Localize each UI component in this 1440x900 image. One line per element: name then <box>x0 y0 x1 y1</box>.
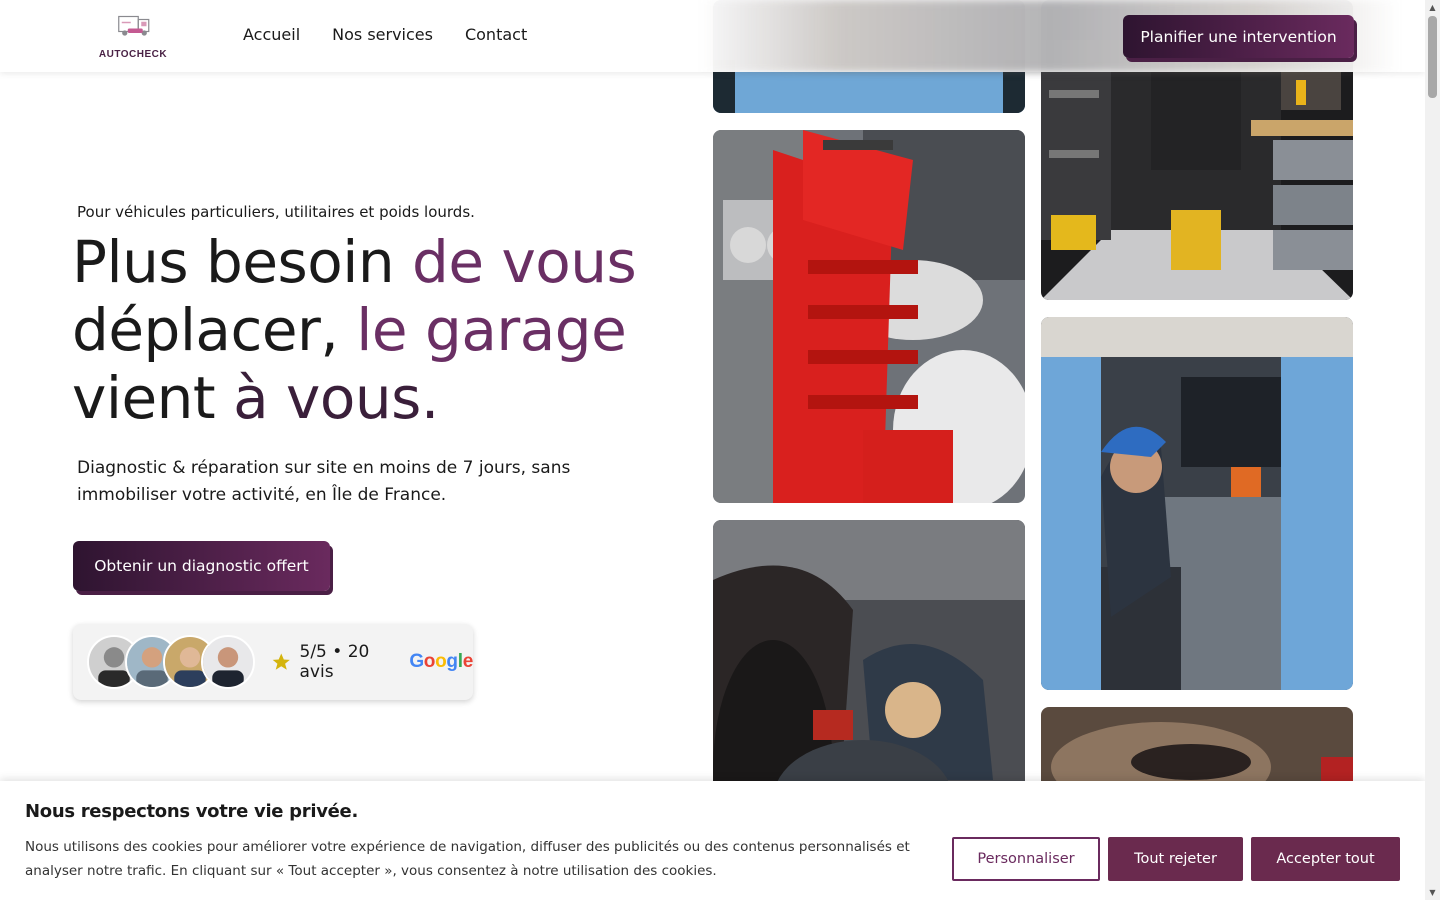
google-logo: Google <box>409 651 473 673</box>
cookie-text: Nous utilisons des cookies pour améliore… <box>25 839 910 879</box>
google-letter: g <box>446 651 458 672</box>
nav-contact[interactable]: Contact <box>465 25 527 44</box>
reviewer-avatars <box>87 635 255 689</box>
cookie-title: Nous respectons votre vie privée. <box>25 801 359 822</box>
headline-part-1b: de vous <box>412 228 637 296</box>
google-letter: o <box>435 651 447 672</box>
headline-part-2a: déplacer, <box>72 296 357 364</box>
tile-red-toolbox <box>713 130 1025 503</box>
star-icon <box>272 653 290 670</box>
main-nav: Accueil Nos services Contact <box>243 25 527 44</box>
scroll-thumb[interactable] <box>1428 16 1437 98</box>
site-header: AUTOCHECK Accueil Nos services Contact P… <box>0 0 1425 72</box>
google-letter: o <box>423 651 436 672</box>
headline-part-2b: le garage <box>356 296 627 364</box>
plan-intervention-button[interactable]: Planifier une intervention <box>1123 15 1354 58</box>
google-letter: e <box>462 651 474 672</box>
customize-cookies-button[interactable]: Personnaliser <box>952 837 1100 881</box>
google-letter: G <box>409 651 424 672</box>
accept-all-button[interactable]: Accepter tout <box>1251 837 1400 881</box>
scroll-down-arrow-icon[interactable]: ▼ <box>1425 885 1440 900</box>
reject-all-button[interactable]: Tout rejeter <box>1108 837 1243 881</box>
page-scrollbar[interactable]: ▲ ▼ <box>1425 0 1440 900</box>
headline-part-1a: Plus besoin <box>72 228 413 296</box>
avatar <box>201 635 255 689</box>
cookie-banner: Nous respectons votre vie privée. Nous u… <box>0 781 1425 900</box>
hero-headline: Plus besoin de vous déplacer, le garage … <box>72 228 672 432</box>
tile-mechanic-truck <box>1041 317 1353 690</box>
logo-text: AUTOCHECK <box>98 49 168 60</box>
nav-nos-services[interactable]: Nos services <box>332 25 433 44</box>
headline-part-3b: à vous. <box>233 364 439 432</box>
reviews-info: 5/5 • 20 avis Google <box>271 642 473 682</box>
logo[interactable]: AUTOCHECK <box>96 12 170 60</box>
truck-logo-icon <box>118 15 150 36</box>
free-diagnostic-button[interactable]: Obtenir un diagnostic offert <box>73 541 330 591</box>
reviews-card[interactable]: 5/5 • 20 avis Google <box>73 624 473 700</box>
hero-subtext: Diagnostic & réparation sur site en moin… <box>77 458 571 505</box>
rating-text: 5/5 • 20 avis <box>299 642 370 682</box>
headline-part-3a: vient <box>72 364 234 432</box>
hero-tagline: Pour véhicules particuliers, utilitaires… <box>77 203 475 221</box>
nav-accueil[interactable]: Accueil <box>243 25 300 44</box>
scroll-up-arrow-icon[interactable]: ▲ <box>1425 0 1440 15</box>
